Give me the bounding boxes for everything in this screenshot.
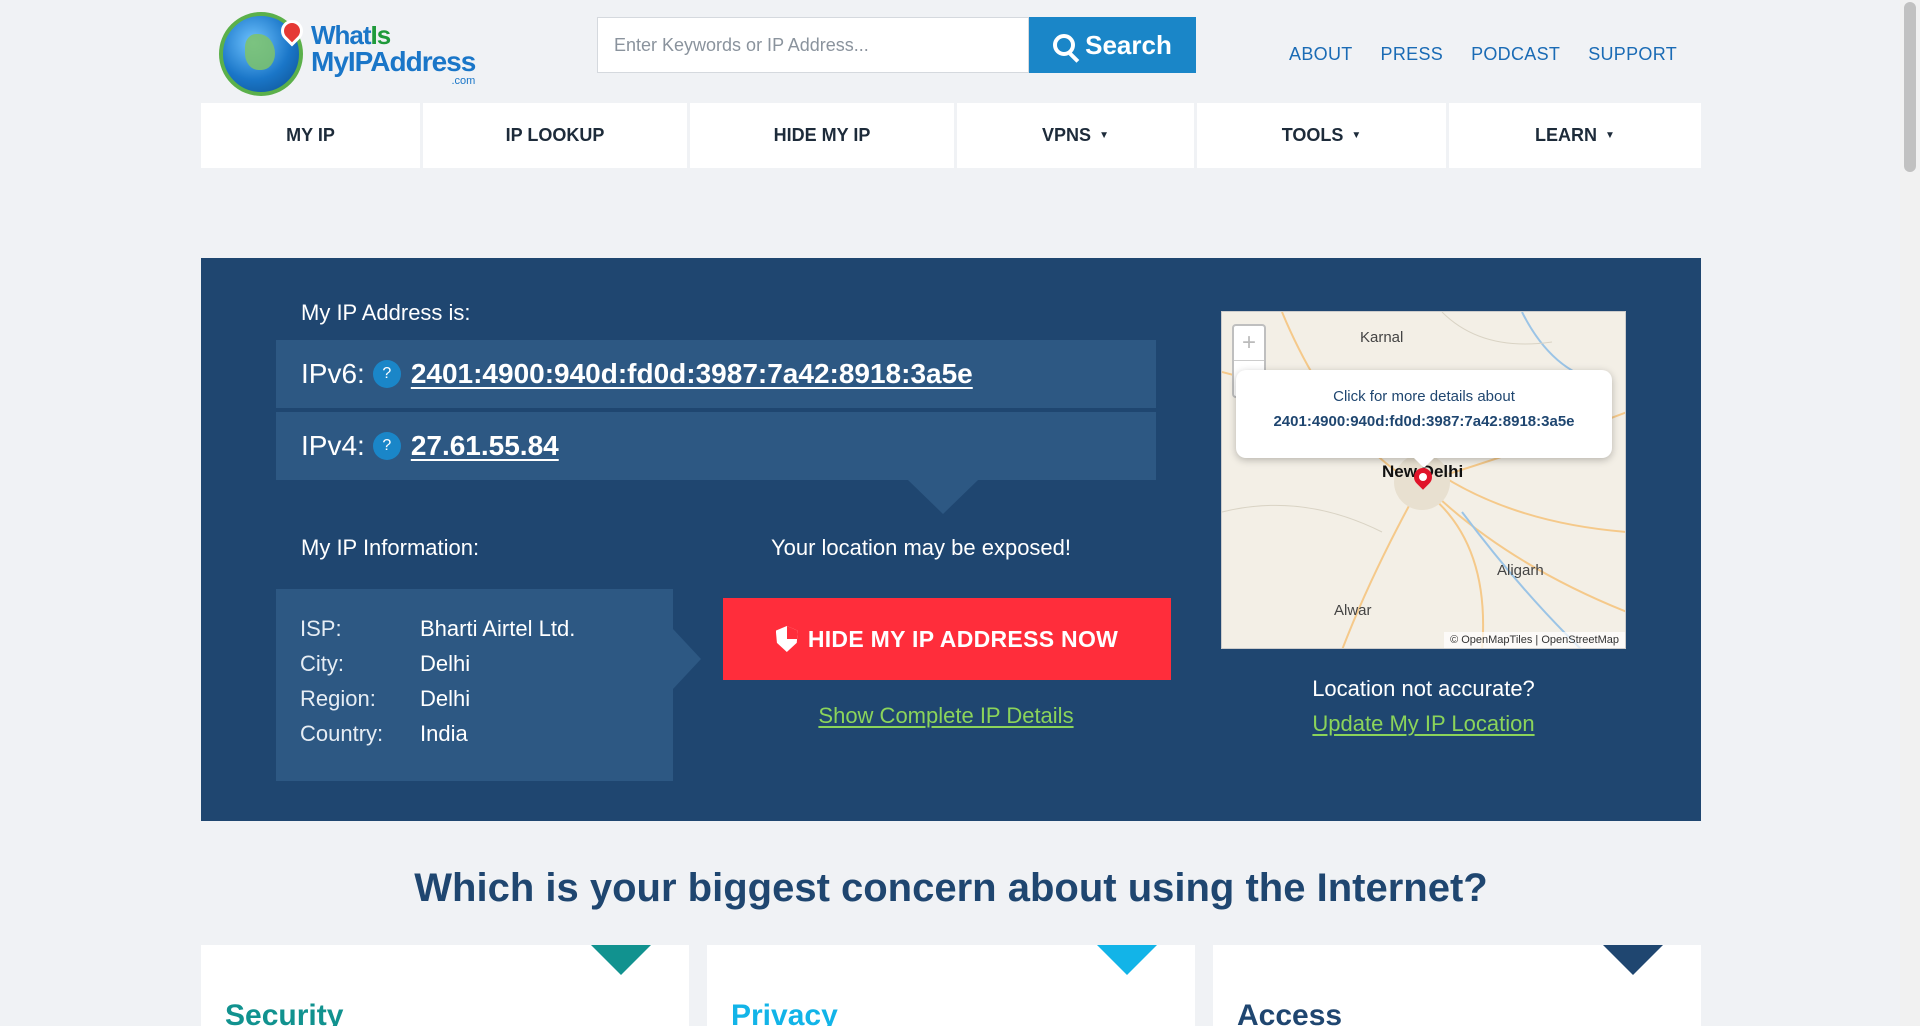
logo-wordmark: WhatIs MyIPAddress .com <box>311 19 476 87</box>
support-link[interactable]: SUPPORT <box>1588 44 1677 65</box>
ipv6-value[interactable]: 2401:4900:940d:fd0d:3987:7a42:8918:3a5e <box>411 358 973 390</box>
nav-item-label: IP LOOKUP <box>505 125 605 145</box>
site-logo[interactable]: WhatIs MyIPAddress .com <box>219 10 489 98</box>
location-pin-icon <box>276 15 308 47</box>
zoom-in-button[interactable]: + <box>1234 326 1264 361</box>
popup-text: Click for more details about <box>1333 388 1515 405</box>
nav-item-label: TOOLS <box>1281 125 1344 145</box>
about-link[interactable]: ABOUT <box>1289 44 1353 65</box>
card-title: Access <box>1237 999 1343 1026</box>
ip-pointer-arrow <box>908 480 978 514</box>
card-tab-arrow <box>591 945 651 975</box>
card-title: Privacy <box>731 999 838 1026</box>
info-row-region: Region: Delhi <box>300 681 649 716</box>
nav-item-ip-lookup[interactable]: IP LOOKUP <box>423 103 687 168</box>
map-city-aligarh: Aligarh <box>1497 562 1544 579</box>
location-exposed-text: Your location may be exposed! <box>770 535 1072 560</box>
card-privacy[interactable]: Privacy <box>707 945 1195 1026</box>
ipv4-value[interactable]: 27.61.55.84 <box>411 430 559 462</box>
info-value: India <box>420 721 468 746</box>
search-button[interactable]: Search <box>1029 17 1196 73</box>
shield-icon <box>775 626 798 652</box>
location-question: Location not accurate? <box>1312 676 1535 701</box>
info-row-city: City: Delhi <box>300 646 649 681</box>
site-header: WhatIs MyIPAddress .com Search ABOUT PRE… <box>201 0 1701 100</box>
info-key: Country: <box>300 721 384 746</box>
card-tab-arrow <box>1097 945 1157 975</box>
help-icon[interactable]: ? <box>372 432 401 460</box>
card-security[interactable]: Security <box>201 945 689 1026</box>
nav-item-hide-my-ip[interactable]: HIDE MY IP <box>690 103 954 168</box>
location-map[interactable]: Karnal New Delhi Aligarh Alwar + − Click… <box>1221 311 1626 649</box>
info-row-isp: ISP: Bharti Airtel Ltd. <box>300 611 649 646</box>
nav-item-label: HIDE MY IP <box>773 125 871 145</box>
update-location-link[interactable]: Update My IP Location <box>1221 711 1626 737</box>
globe-logo-icon <box>219 12 308 96</box>
nav-item-tools[interactable]: TOOLS ▼ <box>1197 103 1446 168</box>
press-link[interactable]: PRESS <box>1381 44 1444 65</box>
card-title: Security <box>225 999 344 1026</box>
top-links: ABOUT PRESS PODCAST SUPPORT <box>1289 44 1677 65</box>
info-value: Bharti Airtel Ltd. <box>420 616 576 641</box>
concern-cards: Security Privacy Access <box>201 945 1701 1026</box>
nav-item-learn[interactable]: LEARN ▼ <box>1449 103 1701 168</box>
hide-button-label: HIDE MY IP ADDRESS NOW <box>807 625 1119 652</box>
ip-info-box: ISP: Bharti Airtel Ltd. City: Delhi Region… <box>276 589 701 781</box>
info-value: Delhi <box>420 686 471 711</box>
info-key: City: <box>300 651 344 676</box>
search-input[interactable] <box>597 17 1029 73</box>
popup-ip: 2401:4900:940d:fd0d:3987:7a42:8918:3a5e <box>1273 413 1575 430</box>
page-scrollbar[interactable] <box>1900 0 1920 1026</box>
caret-down-icon: ▼ <box>1351 130 1362 141</box>
hide-my-ip-button[interactable]: HIDE MY IP ADDRESS NOW <box>723 598 1171 680</box>
main-nav: MY IP IP LOOKUP HIDE MY IP VPNS ▼ TOOLS ▼ … <box>201 103 1701 168</box>
nav-item-label: MY IP <box>286 125 335 145</box>
info-row-country: Country: India <box>300 716 649 751</box>
concern-heading: Which is your biggest concern about usin… <box>414 866 1488 910</box>
search-button-label: Search <box>1085 29 1172 60</box>
map-city-karnal: Karnal <box>1360 329 1404 346</box>
caret-down-icon: ▼ <box>1099 130 1109 141</box>
nav-item-vpns[interactable]: VPNS ▼ <box>957 103 1194 168</box>
caret-down-icon: ▼ <box>1605 130 1615 141</box>
help-icon[interactable]: ? <box>372 360 401 388</box>
show-ip-details-link[interactable]: Show Complete IP Details <box>721 703 1171 729</box>
logo-line1b: Is <box>370 19 392 50</box>
ip-address-label: My IP Address is: <box>301 300 471 325</box>
map-popup[interactable]: Click for more details about 2401:4900:9… <box>1236 370 1612 468</box>
info-key: ISP: <box>300 616 342 641</box>
nav-item-label: VPNS <box>1042 125 1092 145</box>
map-attribution[interactable]: © OpenMapTiles | OpenStreetMap <box>1444 632 1625 648</box>
logo-line1a: What <box>311 19 372 50</box>
ipv4-row: IPv4: ? 27.61.55.84 <box>276 412 1156 480</box>
podcast-link[interactable]: PODCAST <box>1471 44 1560 65</box>
ipv6-row: IPv6: ? 2401:4900:940d:fd0d:3987:7a42:89… <box>276 340 1156 408</box>
ipv6-label: IPv6: <box>301 358 365 389</box>
logo-line3: .com <box>451 74 476 87</box>
ip-info-label: My IP Information: <box>301 535 480 560</box>
nav-item-label: LEARN <box>1535 125 1598 145</box>
search-icon <box>1053 34 1076 56</box>
card-tab-arrow <box>1603 945 1663 975</box>
logo-line2: MyIPAddress <box>311 45 476 77</box>
ip-hero-panel: My IP Address is: IPv6: ? 2401:4900:940d… <box>201 258 1701 821</box>
card-access[interactable]: Access <box>1213 945 1701 1026</box>
info-value: Delhi <box>420 651 471 676</box>
info-key: Region: <box>300 686 376 711</box>
ipv4-label: IPv4: <box>301 430 365 461</box>
scrollbar-thumb[interactable] <box>1904 2 1916 172</box>
nav-item-my-ip[interactable]: MY IP <box>201 103 420 168</box>
map-city-alwar: Alwar <box>1334 602 1372 619</box>
